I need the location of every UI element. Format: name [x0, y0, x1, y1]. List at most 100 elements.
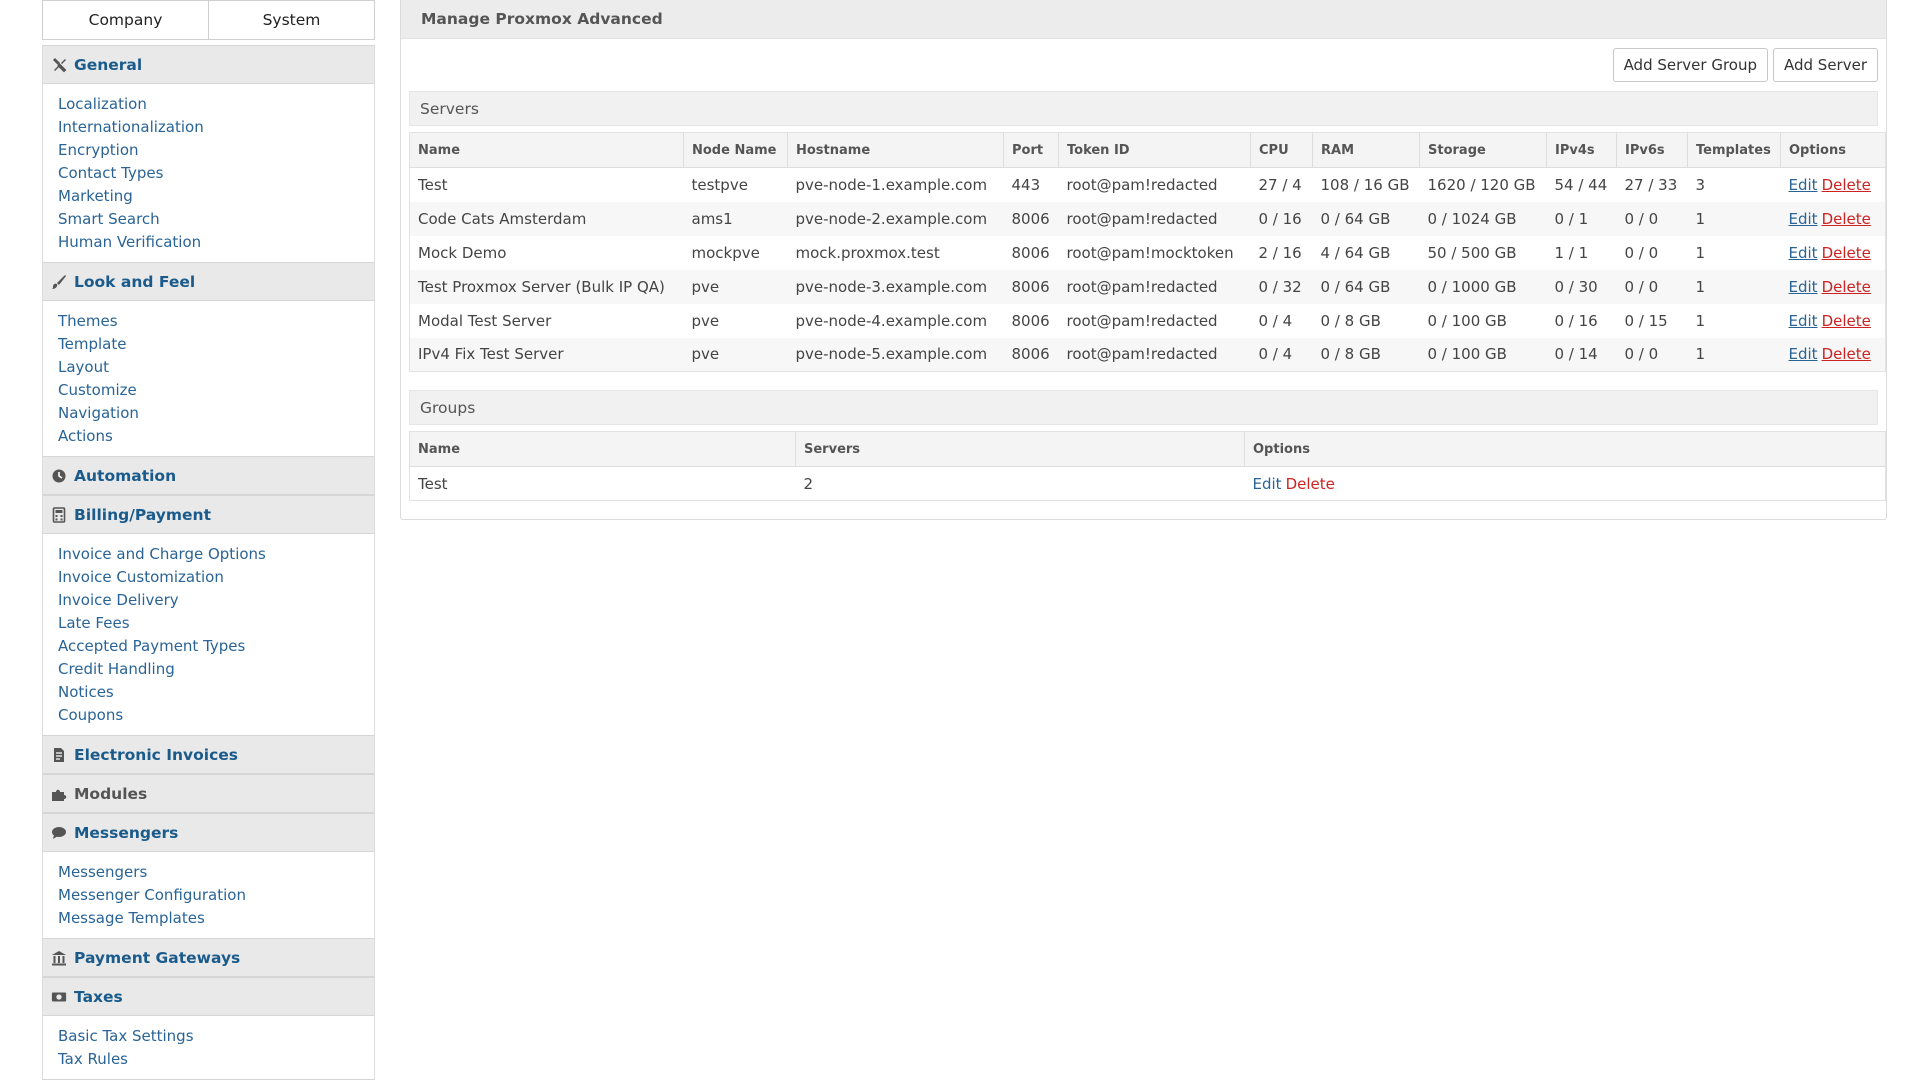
section-billing-payment-header[interactable]: Billing/Payment	[43, 495, 374, 534]
col-templates[interactable]: Templates	[1687, 132, 1781, 168]
section-taxes-header[interactable]: Taxes	[43, 977, 374, 1016]
delete-link[interactable]: Delete	[1822, 278, 1871, 296]
table-cell: 0 / 4	[1258, 311, 1293, 330]
calculator-icon	[51, 506, 67, 523]
table-cell: 2 / 16	[1258, 243, 1302, 262]
section-taxes: Taxes Basic Tax Settings Tax Rules	[43, 977, 374, 1079]
sidebar-item-contact-types[interactable]: Contact Types	[58, 162, 374, 185]
sidebar-item-themes[interactable]: Themes	[58, 310, 374, 333]
sidebar-item-invoice-delivery[interactable]: Invoice Delivery	[58, 589, 374, 612]
row-options: Edit Delete	[1781, 304, 1886, 338]
chat-icon	[51, 825, 67, 841]
col-ipv4s[interactable]: IPv4s	[1546, 132, 1617, 168]
table-cell: 0 / 0	[1616, 337, 1688, 372]
delete-link[interactable]: Delete	[1822, 244, 1871, 262]
table-row: IPv4 Fix Test Server pve pve-node-5.exampl…	[409, 337, 1886, 372]
table-cell: 27 / 33	[1624, 175, 1678, 194]
col-hostname[interactable]: Hostname	[787, 132, 1004, 168]
section-modules-header[interactable]: Modules	[43, 774, 374, 813]
table-cell: pve	[683, 337, 788, 372]
delete-link[interactable]: Delete	[1822, 345, 1871, 363]
col-token-id[interactable]: Token ID	[1058, 132, 1251, 168]
toolbar: Add Server Group Add Server	[401, 39, 1886, 91]
row-options: Edit Delete	[1780, 337, 1886, 372]
section-look-and-feel-header[interactable]: Look and Feel	[43, 262, 374, 301]
edit-link[interactable]: Edit	[1789, 312, 1818, 330]
table-cell: 8006	[1011, 311, 1050, 330]
tab-company[interactable]: Company	[42, 0, 209, 40]
servers-header-row: Name Node Name Hostname Port Token ID CP…	[409, 132, 1886, 168]
delete-link[interactable]: Delete	[1822, 176, 1871, 194]
edit-link[interactable]: Edit	[1789, 244, 1818, 262]
table-cell: root@pam!redacted	[1058, 201, 1251, 236]
edit-link[interactable]: Edit	[1789, 345, 1818, 363]
sidebar-item-internationalization[interactable]: Internationalization	[58, 116, 374, 139]
col-port[interactable]: Port	[1003, 132, 1059, 168]
servers-table-body: Test testpve pve-node-1.example.com 443 root…	[409, 168, 1886, 372]
section-messengers-header[interactable]: Messengers	[43, 813, 374, 852]
col-group-servers[interactable]: Servers	[795, 431, 1245, 467]
col-storage[interactable]: Storage	[1419, 132, 1547, 168]
sidebar-item-accepted-payment-types[interactable]: Accepted Payment Types	[58, 635, 374, 658]
sidebar-menu: General Localization Internationalizatio…	[42, 45, 375, 1080]
section-automation-label: Automation	[74, 466, 177, 485]
add-server-group-button[interactable]: Add Server Group	[1612, 48, 1768, 82]
col-options: Options	[1780, 132, 1886, 168]
delete-link[interactable]: Delete	[1286, 475, 1335, 493]
section-electronic-invoices-header[interactable]: Electronic Invoices	[43, 735, 374, 774]
section-general-list: Localization Internationalization Encryp…	[43, 84, 374, 262]
col-name[interactable]: Name	[409, 132, 684, 168]
edit-link[interactable]: Edit	[1789, 278, 1818, 296]
table-row: Code Cats Amsterdam ams1 pve-node-2.exampl…	[409, 201, 1886, 236]
sidebar-item-localization[interactable]: Localization	[58, 93, 374, 116]
add-server-button[interactable]: Add Server	[1773, 48, 1878, 82]
sidebar-item-encryption[interactable]: Encryption	[58, 139, 374, 162]
sidebar-item-actions[interactable]: Actions	[58, 425, 374, 448]
sidebar-item-customize[interactable]: Customize	[58, 379, 374, 402]
col-cpu[interactable]: CPU	[1250, 132, 1313, 168]
table-cell: 50 / 500 GB	[1427, 243, 1517, 262]
section-general-header[interactable]: General	[43, 45, 374, 84]
delete-link[interactable]: Delete	[1822, 312, 1871, 330]
servers-table: Name Node Name Hostname Port Token ID CP…	[409, 132, 1886, 372]
sidebar-item-credit-handling[interactable]: Credit Handling	[58, 658, 374, 681]
groups-section: Groups Name Servers Options Test 2 Edit Del…	[409, 390, 1886, 501]
edit-link[interactable]: Edit	[1253, 475, 1282, 493]
sidebar-item-layout[interactable]: Layout	[58, 356, 374, 379]
sidebar-item-messengers[interactable]: Messengers	[58, 861, 374, 884]
col-group-name[interactable]: Name	[409, 431, 796, 467]
sidebar-item-invoice-and-charge-options[interactable]: Invoice and Charge Options	[58, 543, 374, 566]
sidebar-item-notices[interactable]: Notices	[58, 681, 374, 704]
table-cell: pve-node-2.example.com	[787, 201, 1004, 236]
sidebar-item-basic-tax-settings[interactable]: Basic Tax Settings	[58, 1025, 374, 1048]
sidebar-item-message-templates[interactable]: Message Templates	[58, 907, 374, 930]
sidebar-item-human-verification[interactable]: Human Verification	[58, 231, 374, 254]
col-node-name[interactable]: Node Name	[683, 132, 788, 168]
delete-link[interactable]: Delete	[1822, 210, 1871, 228]
sidebar-item-invoice-customization[interactable]: Invoice Customization	[58, 566, 374, 589]
sidebar-item-marketing[interactable]: Marketing	[58, 185, 374, 208]
section-messengers-list: Messengers Messenger Configuration Messa…	[43, 852, 374, 938]
col-ipv6s[interactable]: IPv6s	[1616, 132, 1688, 168]
puzzle-icon	[51, 786, 67, 802]
section-electronic-invoices-label: Electronic Invoices	[74, 745, 239, 764]
sidebar-item-late-fees[interactable]: Late Fees	[58, 612, 374, 635]
table-row: Mock Demo mockpve mock.proxmox.test 8006 roo…	[410, 236, 1886, 270]
edit-link[interactable]: Edit	[1789, 210, 1818, 228]
sidebar-item-coupons[interactable]: Coupons	[58, 704, 374, 727]
tab-system[interactable]: System	[209, 0, 375, 40]
edit-link[interactable]: Edit	[1789, 176, 1818, 194]
table-cell: 0 / 8 GB	[1312, 337, 1420, 372]
table-cell: 0 / 1024 GB	[1419, 201, 1547, 236]
sidebar-item-messenger-configuration[interactable]: Messenger Configuration	[58, 884, 374, 907]
col-ram[interactable]: RAM	[1312, 132, 1420, 168]
sidebar-item-tax-rules[interactable]: Tax Rules	[58, 1048, 374, 1071]
sidebar-item-navigation[interactable]: Navigation	[58, 402, 374, 425]
section-payment-gateways-header[interactable]: Payment Gateways	[43, 938, 374, 977]
section-automation-header[interactable]: Automation	[43, 456, 374, 495]
sidebar-item-smart-search[interactable]: Smart Search	[58, 208, 374, 231]
sidebar-item-template[interactable]: Template	[58, 333, 374, 356]
table-cell: 0 / 64 GB	[1312, 269, 1420, 304]
section-electronic-invoices: Electronic Invoices	[43, 735, 374, 774]
section-billing-payment: Billing/Payment Invoice and Charge Optio…	[43, 495, 374, 735]
